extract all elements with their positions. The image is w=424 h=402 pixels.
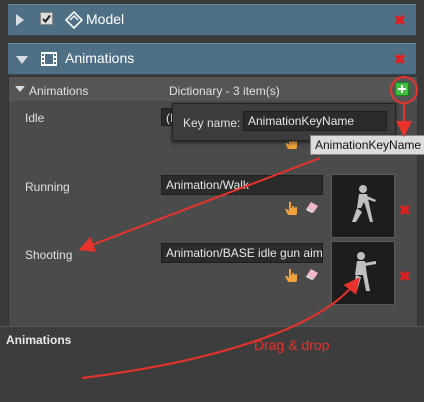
collapse-arrow-icon[interactable] (15, 86, 25, 92)
film-icon (40, 51, 58, 70)
eraser-icon[interactable] (305, 201, 319, 216)
model-icon (64, 10, 84, 32)
collapse-arrow-icon[interactable] (16, 56, 28, 64)
delete-icon[interactable]: ✖ (394, 13, 406, 27)
animation-preview-shooting (331, 241, 395, 305)
model-section-header[interactable]: Model ✖ (8, 4, 416, 36)
add-icon[interactable] (395, 82, 409, 96)
animation-preview-running (331, 174, 395, 238)
delete-icon[interactable]: ✖ (394, 52, 406, 66)
drag-drop-annotation: Drag & drop (254, 337, 330, 353)
drag-tooltip: AnimationKeyName (310, 135, 424, 155)
key-name-label: Key name: (183, 116, 241, 130)
dictionary-summary: Dictionary - 3 item(s) (169, 84, 280, 98)
hand-pointer-icon[interactable] (285, 201, 297, 218)
value-field-shooting[interactable]: Animation/BASE idle gun aim (161, 243, 323, 263)
delete-icon[interactable]: ✖ (399, 269, 411, 283)
item-key-running: Running (25, 180, 70, 194)
item-key-idle: Idle (25, 111, 45, 125)
animations-section-header[interactable]: Animations ✖ (8, 43, 416, 75)
item-key-shooting: Shooting (25, 248, 73, 262)
hand-pointer-icon[interactable] (285, 268, 297, 285)
delete-icon[interactable]: ✖ (399, 203, 411, 217)
expand-arrow-icon[interactable] (16, 14, 24, 26)
value-field-running[interactable]: Animation/Walk (161, 175, 323, 195)
bottom-panel: Animations (0, 326, 424, 402)
animations-section-title: Animations (65, 50, 135, 66)
eraser-icon[interactable] (305, 268, 319, 283)
dictionary-label: Animations (29, 84, 89, 98)
bottom-panel-title: Animations (6, 333, 72, 347)
key-name-input[interactable]: AnimationKeyName (243, 111, 387, 131)
checkbox-icon[interactable] (40, 12, 53, 25)
model-section-title: Model (86, 11, 125, 27)
